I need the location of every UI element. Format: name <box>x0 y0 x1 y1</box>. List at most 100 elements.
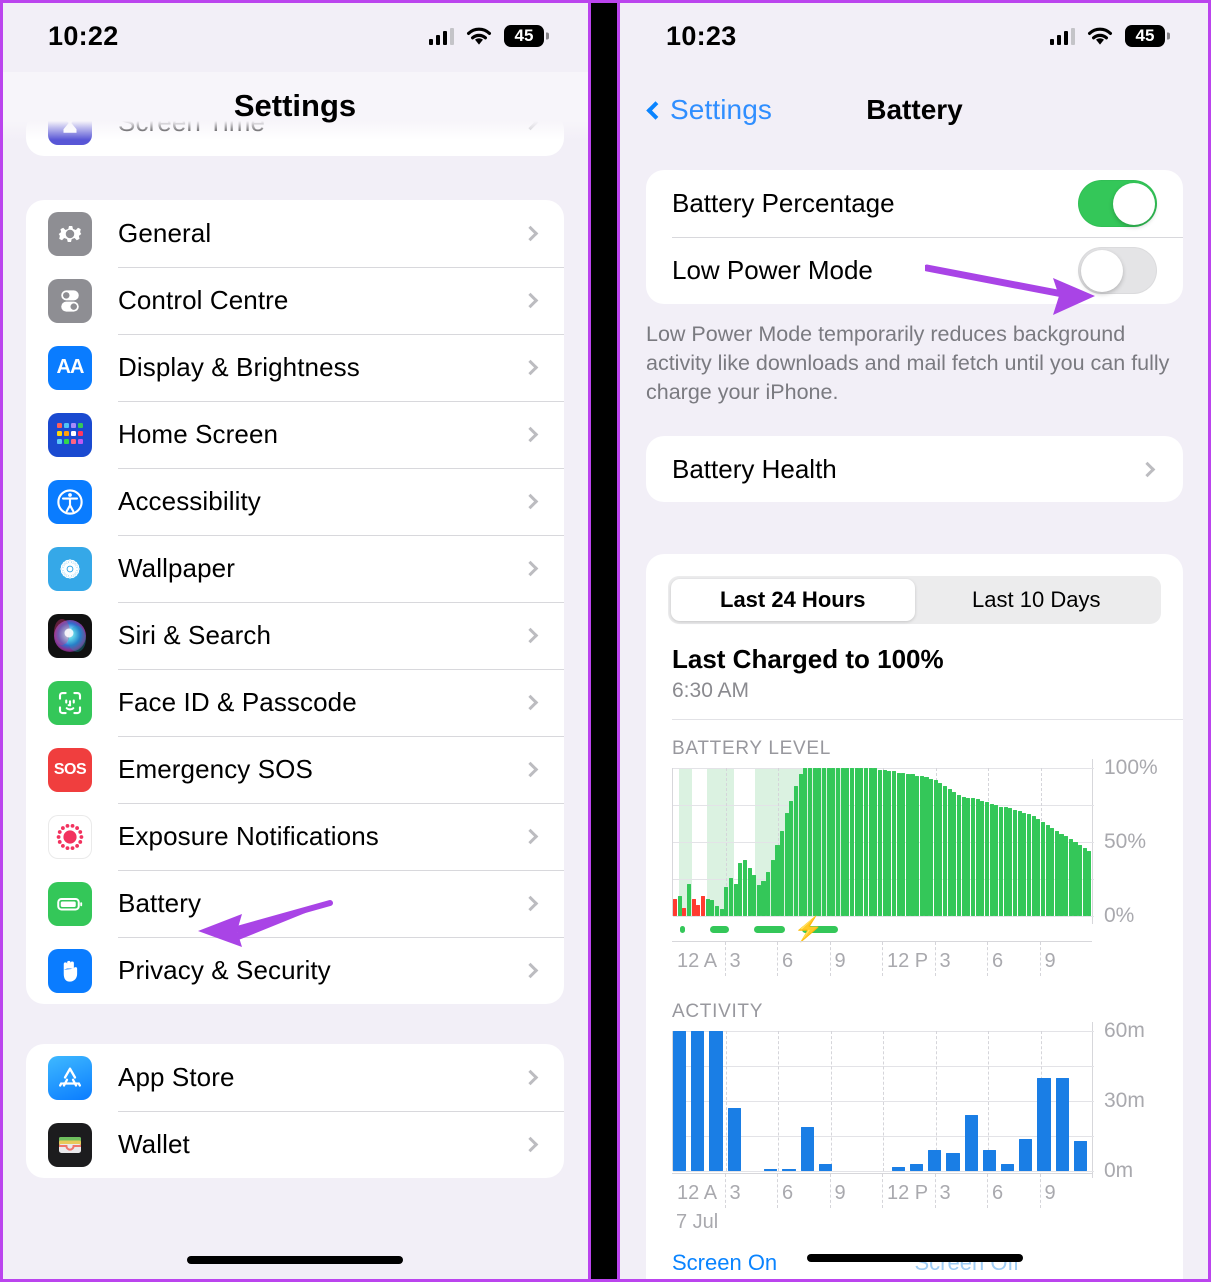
chevron-right-icon <box>522 359 539 376</box>
battery-health-row[interactable]: Battery Health <box>646 436 1183 502</box>
activity-x-axis: 12 A 3 6 9 12 P 3 6 9 <box>672 1173 1092 1209</box>
charging-segment <box>753 926 786 934</box>
sidebar-item-battery[interactable]: Battery <box>26 870 564 937</box>
settings-list-scroll[interactable]: Screen Time GeneralControl CentreAADispl… <box>2 112 588 1178</box>
sidebar-item-label: General <box>118 218 212 248</box>
chart-bar <box>924 777 929 917</box>
x-axis-tick <box>1039 1174 1041 1209</box>
sidebar-item-control-centre[interactable]: Control Centre <box>26 267 564 334</box>
sidebar-item-general[interactable]: General <box>26 200 564 267</box>
y-axis-tick-label: 100% <box>1104 756 1158 780</box>
x-axis-tick <box>724 942 726 977</box>
battery-toggles-card: Battery Percentage Low Power Mode <box>646 170 1183 304</box>
time-range-segmented-control[interactable]: Last 24 Hours Last 10 Days <box>668 576 1161 625</box>
low-power-mode-description: Low Power Mode temporarily reduces backg… <box>646 322 1170 404</box>
segment-last-24-hours[interactable]: Last 24 Hours <box>671 579 915 622</box>
sidebar-item-display-brightness[interactable]: AA Display & Brightness <box>26 334 564 401</box>
low-power-mode-row[interactable]: Low Power Mode <box>646 237 1183 304</box>
chart-bar <box>727 1108 741 1172</box>
exposure-notifications-icon <box>48 814 92 859</box>
chart-bar <box>775 845 780 917</box>
sidebar-item-face-id-passcode[interactable]: Face ID & Passcode <box>26 669 564 736</box>
y-axis-tick-label: 0m <box>1104 1159 1134 1183</box>
chevron-right-icon <box>522 292 539 309</box>
chart-bar <box>782 1169 796 1172</box>
chevron-right-icon <box>522 1136 539 1153</box>
segment-last-10-days[interactable]: Last 10 Days <box>915 579 1159 621</box>
battery-usage-card: Last 24 Hours Last 10 Days Last Charged … <box>646 554 1183 1282</box>
chart-bar <box>696 904 701 917</box>
x-axis-tick <box>1039 942 1041 977</box>
chart-bar <box>1068 839 1073 917</box>
battery-health-label: Battery Health <box>672 453 837 484</box>
back-button[interactable]: Settings <box>646 94 772 126</box>
chart-bar <box>863 768 868 917</box>
chart-bar <box>971 798 976 917</box>
x-axis-tick <box>724 1174 726 1209</box>
chart-bar <box>840 768 845 917</box>
wifi-icon <box>467 27 491 45</box>
x-axis-tick-label: 9 <box>1044 1182 1056 1205</box>
x-axis-tick <box>777 942 778 977</box>
sidebar-item-emergency-sos[interactable]: SOS Emergency SOS <box>26 736 564 803</box>
chevron-left-icon <box>646 100 665 120</box>
x-axis-tick-label: 9 <box>834 1182 846 1205</box>
battery-level-plot <box>672 759 1094 925</box>
x-axis-tick-label: 12 P <box>887 950 929 973</box>
gear-icon <box>48 211 92 256</box>
sidebar-item-accessibility[interactable]: Accessibility <box>26 468 564 535</box>
chart-bar <box>803 768 808 917</box>
status-time: 10:22 <box>48 20 119 51</box>
sidebar-item-wallpaper[interactable]: Wallpaper <box>26 535 564 602</box>
gridline-horizontal <box>673 1171 1094 1173</box>
battery-level-plot-wrap: ⚡ 12 A 3 6 9 12 P 3 6 9 100% 50% 0% <box>672 756 1183 977</box>
sidebar-item-home-screen[interactable]: Home Screen <box>26 401 564 468</box>
chart-bar <box>761 880 766 917</box>
chevron-right-icon <box>522 1069 539 1086</box>
chart-bar <box>1078 845 1083 917</box>
chart-bar <box>710 900 715 917</box>
chart-bar <box>686 883 692 917</box>
last-charged-time: 6:30 AM <box>672 679 750 703</box>
chart-bar <box>1045 824 1050 917</box>
chart-bar <box>794 786 799 917</box>
x-axis-tick <box>829 1174 831 1209</box>
last-charged-title: Last Charged to 100% <box>672 644 944 675</box>
chart-bar <box>1003 806 1008 917</box>
home-indicator-left <box>187 1256 403 1264</box>
chart-bar <box>728 877 733 917</box>
chevron-right-icon <box>522 761 539 778</box>
chart-bar <box>887 771 892 917</box>
chart-bar <box>673 898 678 917</box>
chart-bar <box>849 768 854 917</box>
sidebar-item-exposure-notifications[interactable]: Exposure Notifications <box>26 803 564 870</box>
low-power-mode-toggle[interactable] <box>1078 247 1157 294</box>
sidebar-item-label: Battery <box>118 888 202 918</box>
sidebar-item-app-store[interactable]: App Store <box>26 1044 564 1111</box>
sidebar-item-wallet[interactable]: Wallet <box>26 1111 564 1178</box>
chart-bar <box>764 1169 778 1172</box>
frame-edge <box>0 0 3 1282</box>
chart-bar <box>933 780 938 917</box>
chart-bar <box>984 802 990 917</box>
sidebar-item-siri-search[interactable]: Siri & Search <box>26 602 564 669</box>
chart-bar <box>1054 830 1059 917</box>
battery-percentage-toggle[interactable] <box>1078 180 1157 227</box>
y-axis-tick-label: 0% <box>1104 904 1135 928</box>
chart-bar <box>756 885 761 917</box>
chart-bar <box>1012 809 1017 917</box>
battery-phone-panel: 10:23 45 Settings Battery Battery Percen… <box>620 0 1209 1282</box>
chart-bar <box>826 768 831 917</box>
chart-bar <box>877 769 882 917</box>
status-time: 10:23 <box>666 20 737 51</box>
settings-group-main: General Control Centre AA Display & Brightn… <box>26 200 564 1004</box>
x-axis-tick-label: 6 <box>992 1182 1004 1205</box>
activity-plot <box>672 1022 1094 1179</box>
chart-bar <box>752 874 757 917</box>
charging-segment <box>709 926 729 934</box>
frame-edge <box>0 0 1211 3</box>
low-power-mode-label: Low Power Mode <box>672 255 873 285</box>
chart-bars <box>673 1031 1092 1172</box>
battery-percentage-row[interactable]: Battery Percentage <box>646 170 1183 237</box>
sidebar-item-privacy-security[interactable]: Privacy & Security <box>26 937 564 1004</box>
